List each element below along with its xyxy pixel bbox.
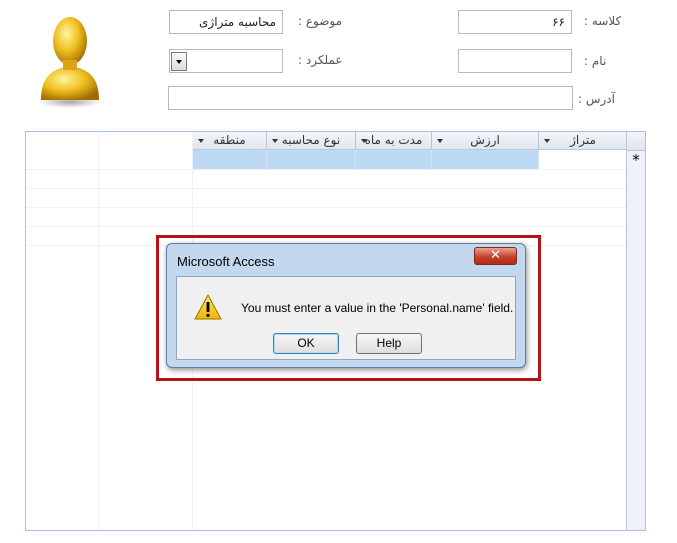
address-label: آدرس :	[578, 92, 615, 106]
name-field[interactable]	[458, 49, 572, 73]
dialog-message: You must enter a value in the 'Personal.…	[241, 301, 514, 315]
new-record-cell[interactable]	[432, 150, 539, 169]
chevron-down-icon[interactable]	[198, 139, 204, 143]
grid-line	[98, 132, 99, 530]
grid-line	[26, 188, 627, 189]
new-record-cell[interactable]	[356, 150, 432, 169]
chevron-down-icon[interactable]	[361, 139, 367, 143]
address-field[interactable]	[168, 86, 573, 110]
error-dialog[interactable]: Microsoft Access ✕ You must enter a valu…	[166, 243, 526, 368]
column-header-region[interactable]: منطقه	[193, 132, 267, 150]
dialog-body: You must enter a value in the 'Personal.…	[176, 276, 516, 360]
chevron-down-icon[interactable]	[544, 139, 550, 143]
grid-line	[26, 226, 627, 227]
subject-field[interactable]: محاسبه متراژی	[169, 10, 283, 34]
user-avatar	[35, 8, 105, 108]
new-record-cell[interactable]	[267, 150, 356, 169]
new-record-cell[interactable]	[193, 150, 267, 169]
column-header-calc-type[interactable]: نوع محاسبه	[267, 132, 356, 150]
new-record-cell[interactable]	[539, 150, 628, 169]
grid-line	[26, 169, 627, 170]
chevron-down-icon[interactable]	[437, 139, 443, 143]
ok-button[interactable]: OK	[273, 333, 339, 354]
dialog-title: Microsoft Access	[177, 254, 275, 269]
subject-label: موضوع :	[298, 14, 343, 28]
help-button[interactable]: Help	[356, 333, 422, 354]
class-label: کلاسه :	[584, 14, 622, 28]
warning-icon	[194, 294, 222, 320]
chevron-down-icon[interactable]	[272, 139, 278, 143]
performance-dropdown-button[interactable]	[171, 52, 187, 71]
class-field[interactable]: ۶۶	[458, 10, 572, 34]
select-all-button[interactable]	[627, 132, 645, 151]
performance-label: عملکرد :	[298, 53, 343, 67]
name-label: نام :	[584, 54, 607, 68]
record-selector-column[interactable]	[626, 132, 645, 530]
column-header-value[interactable]: ارزش	[432, 132, 539, 150]
column-header-area[interactable]: متراژ	[539, 132, 628, 150]
grid-line	[26, 207, 627, 208]
close-button[interactable]: ✕	[474, 247, 517, 265]
close-icon: ✕	[490, 248, 501, 263]
column-header-duration[interactable]: مدت به ماه	[356, 132, 432, 150]
chevron-down-icon	[176, 60, 182, 64]
user-silhouette-icon	[38, 17, 102, 108]
new-record-marker: *	[632, 151, 640, 169]
